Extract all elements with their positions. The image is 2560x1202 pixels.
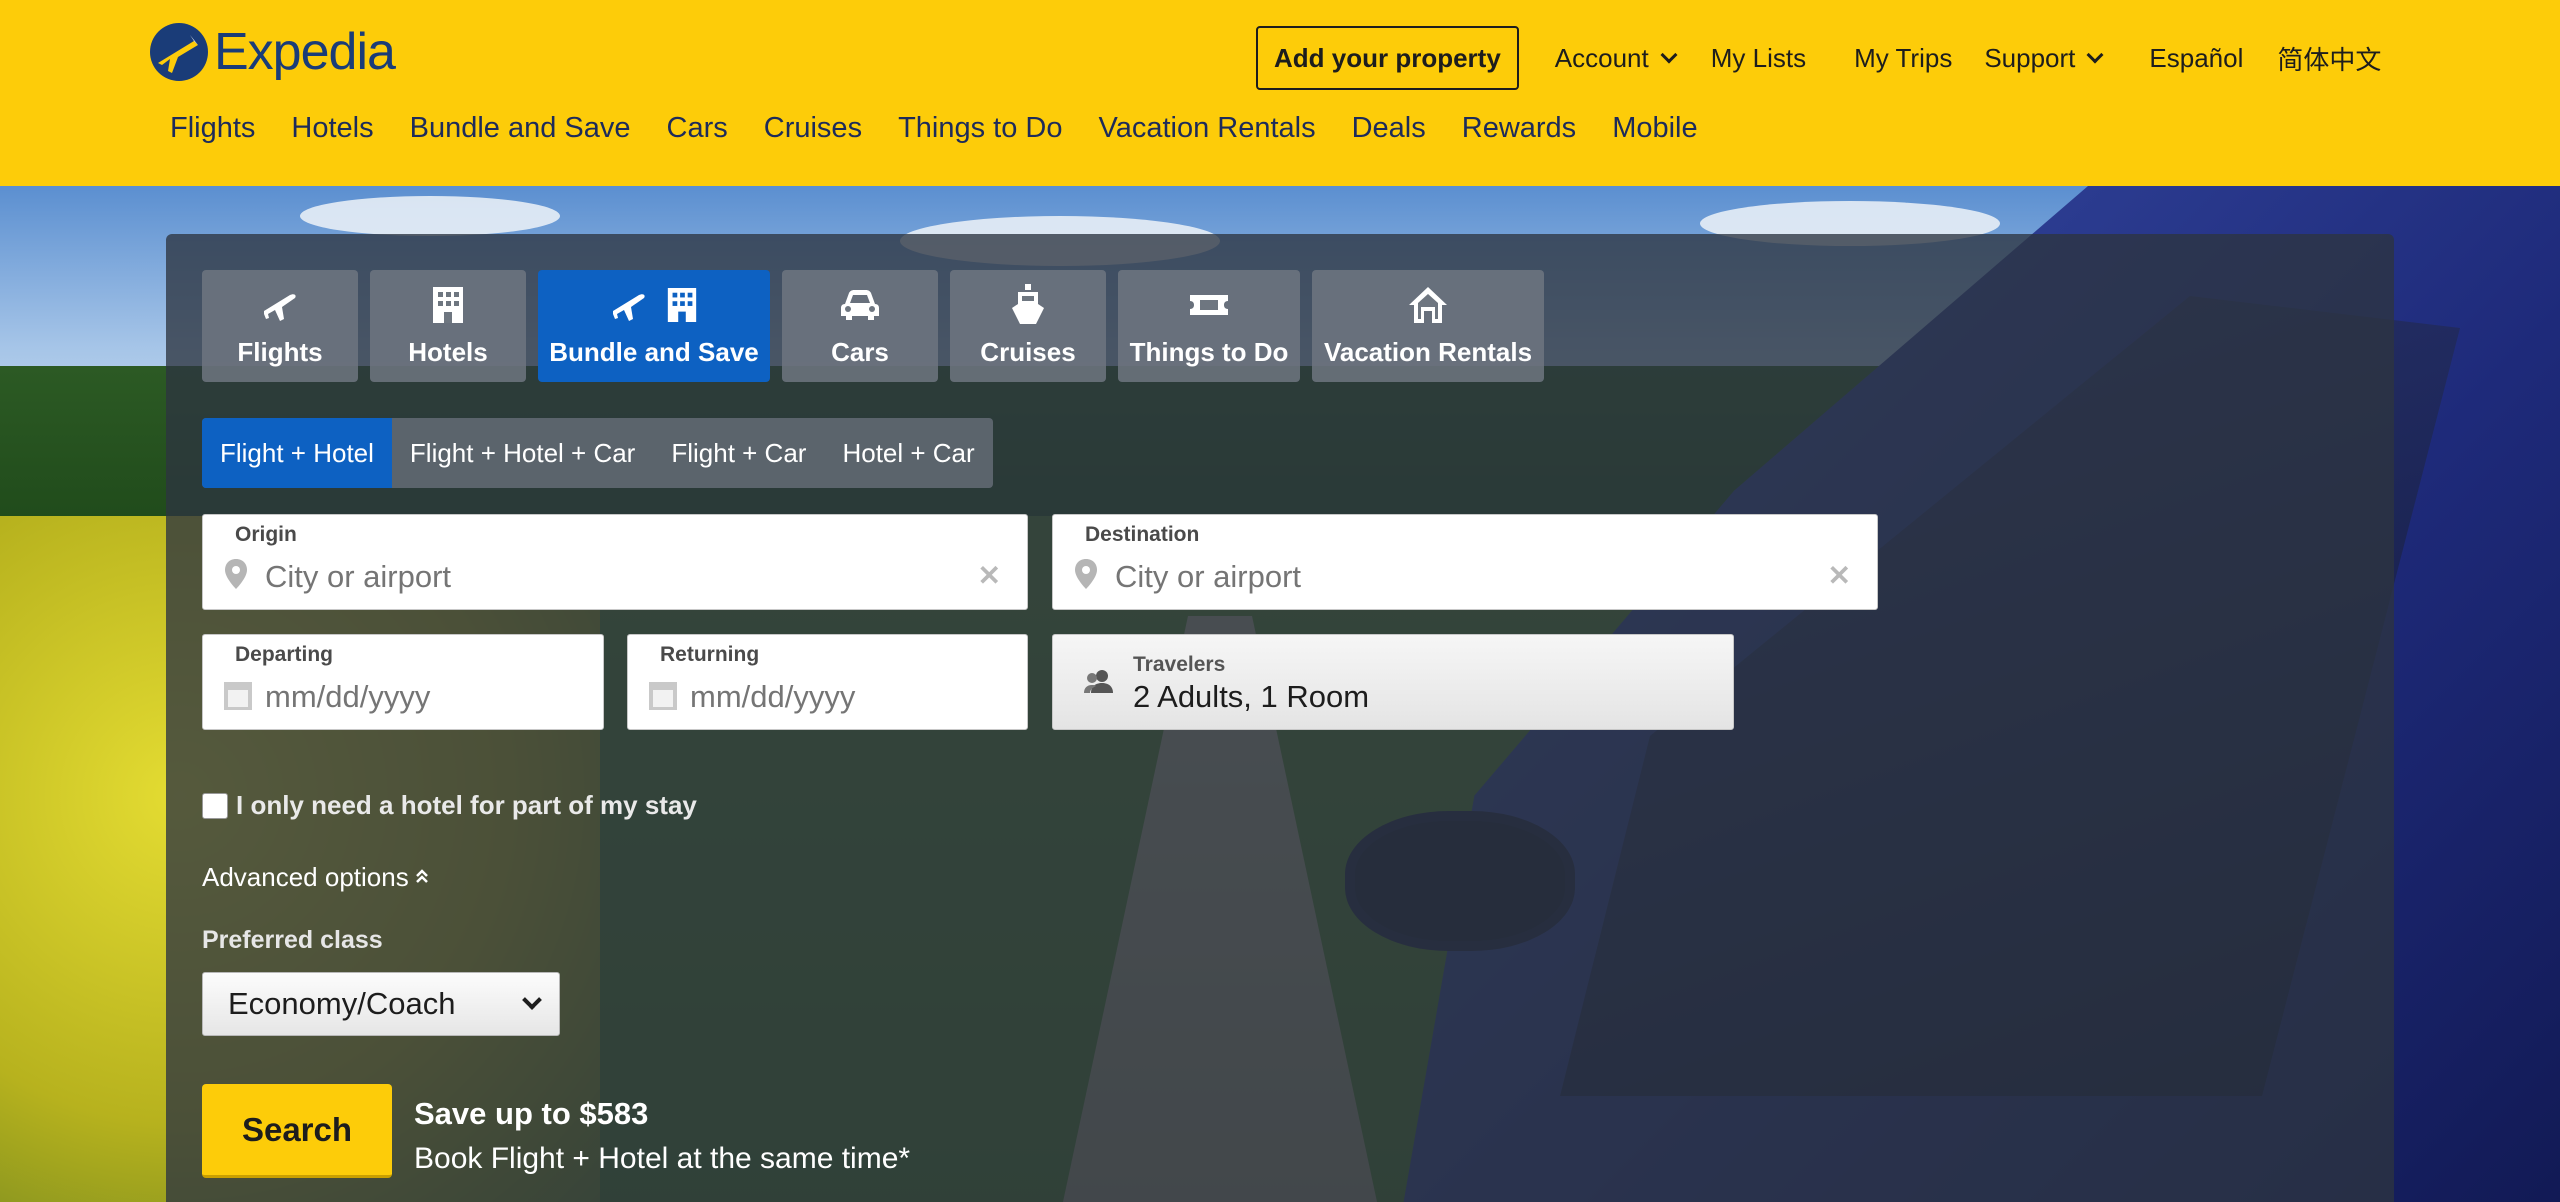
chinese-label: 简体中文 bbox=[2277, 44, 2382, 75]
language-espanol-link[interactable]: Español bbox=[2149, 43, 2243, 74]
tab-cruises-label: Cruises bbox=[980, 337, 1076, 367]
support-label: Support bbox=[1984, 42, 2076, 73]
nav-deals[interactable]: Deals bbox=[1352, 112, 1426, 145]
tab-hotels-label: Hotels bbox=[408, 337, 488, 367]
travelers-label: Travelers bbox=[1133, 653, 1226, 676]
expedia-logo[interactable]: Expedia bbox=[150, 22, 396, 82]
tab-bundle-and-save[interactable]: Bundle and Save bbox=[538, 270, 770, 382]
origin-label: Origin bbox=[235, 523, 297, 546]
departing-field[interactable]: Departing bbox=[202, 634, 604, 730]
chevron-down-icon bbox=[2086, 46, 2104, 64]
tab-flights[interactable]: Flights bbox=[202, 270, 358, 382]
car-icon bbox=[839, 283, 881, 327]
travelers-value: 2 Adults, 1 Room bbox=[1133, 679, 1370, 714]
subtab-flight-hotel-car[interactable]: Flight + Hotel + Car bbox=[392, 418, 653, 488]
subtab-flight-car[interactable]: Flight + Car bbox=[653, 418, 824, 488]
nav-vacation-rentals[interactable]: Vacation Rentals bbox=[1099, 112, 1316, 145]
cloud bbox=[300, 196, 560, 236]
tab-cruises[interactable]: Cruises bbox=[950, 270, 1106, 382]
globe-plane-icon bbox=[150, 23, 208, 81]
plane-hotel-icon bbox=[609, 283, 699, 327]
map-pin-icon bbox=[223, 557, 249, 596]
nav-hotels[interactable]: Hotels bbox=[291, 112, 373, 145]
search-button[interactable]: Search bbox=[202, 1084, 392, 1178]
clear-icon[interactable]: ✕ bbox=[1828, 559, 1851, 592]
partial-stay-checkbox[interactable] bbox=[202, 792, 228, 819]
house-icon bbox=[1407, 283, 1449, 327]
nav-things-to-do[interactable]: Things to Do bbox=[898, 112, 1062, 145]
chevron-double-up-icon bbox=[415, 862, 429, 893]
chevron-down-icon bbox=[1660, 46, 1678, 64]
promo-text: Save up to $583 Book Flight + Hotel at t… bbox=[414, 1096, 910, 1176]
travelers-selector[interactable]: Travelers 2 Adults, 1 Room bbox=[1052, 634, 1734, 730]
origin-field[interactable]: Origin ✕ bbox=[202, 514, 1028, 610]
bundle-subtabs: Flight + Hotel Flight + Hotel + Car Flig… bbox=[202, 418, 993, 488]
my-lists-label: My Lists bbox=[1710, 42, 1807, 73]
partial-stay-label: I only need a hotel for part of my stay bbox=[236, 790, 697, 820]
tab-hotels[interactable]: Hotels bbox=[370, 270, 526, 382]
tab-things-label: Things to Do bbox=[1129, 337, 1289, 367]
partial-stay-option[interactable]: I only need a hotel for part of my stay bbox=[202, 790, 697, 821]
nav-bundle-and-save[interactable]: Bundle and Save bbox=[410, 112, 631, 145]
calendar-icon bbox=[648, 681, 678, 716]
preferred-class-label: Preferred class bbox=[202, 926, 383, 954]
map-pin-icon bbox=[1073, 557, 1099, 596]
tab-flights-label: Flights bbox=[237, 337, 323, 367]
espanol-label: Español bbox=[2149, 42, 2244, 73]
support-menu[interactable]: Support bbox=[1984, 42, 2104, 74]
promo-subtitle: Book Flight + Hotel at the same time* bbox=[414, 1142, 911, 1175]
product-tabs: Flights Hotels Bundle and Save Cars Crui… bbox=[202, 270, 1544, 382]
destination-field[interactable]: Destination ✕ bbox=[1052, 514, 1878, 610]
my-trips-link[interactable]: My Trips bbox=[1854, 43, 1952, 74]
chevron-down-icon bbox=[522, 990, 542, 1010]
nav-cruises[interactable]: Cruises bbox=[764, 112, 862, 145]
my-trips-label: My Trips bbox=[1854, 42, 1953, 73]
ship-icon bbox=[1010, 283, 1046, 327]
account-menu[interactable]: Account bbox=[1554, 42, 1678, 74]
tab-cars-label: Cars bbox=[831, 337, 889, 367]
hotel-icon bbox=[430, 283, 466, 327]
returning-label: Returning bbox=[660, 643, 760, 666]
advanced-options-label: Advanced options bbox=[202, 862, 409, 892]
tab-bundle-label: Bundle and Save bbox=[549, 337, 759, 367]
tab-cars[interactable]: Cars bbox=[782, 270, 938, 382]
brand-name: Expedia bbox=[214, 23, 396, 81]
preferred-class-select[interactable]: Economy/Coach bbox=[202, 972, 560, 1036]
returning-input[interactable] bbox=[690, 679, 970, 715]
advanced-options-toggle[interactable]: Advanced options bbox=[202, 862, 429, 893]
nav-rewards[interactable]: Rewards bbox=[1462, 112, 1576, 145]
ticket-icon bbox=[1188, 283, 1230, 327]
origin-input[interactable] bbox=[265, 559, 842, 595]
preferred-class-value: Economy/Coach bbox=[228, 986, 456, 1021]
destination-label: Destination bbox=[1085, 523, 1200, 546]
departing-label: Departing bbox=[235, 643, 334, 666]
add-property-button[interactable]: Add your property bbox=[1256, 26, 1519, 90]
clear-icon[interactable]: ✕ bbox=[978, 559, 1001, 592]
nav-mobile[interactable]: Mobile bbox=[1612, 112, 1697, 145]
nav-cars[interactable]: Cars bbox=[667, 112, 728, 145]
nav-flights[interactable]: Flights bbox=[170, 112, 255, 145]
utility-nav: Add your property Account My Lists My Tr… bbox=[1256, 26, 2381, 90]
tab-vacation-rentals[interactable]: Vacation Rentals bbox=[1312, 270, 1544, 382]
main-nav: Flights Hotels Bundle and Save Cars Crui… bbox=[170, 112, 1698, 145]
tab-things-to-do[interactable]: Things to Do bbox=[1118, 270, 1300, 382]
subtab-flight-hotel[interactable]: Flight + Hotel bbox=[202, 418, 392, 488]
search-panel: Flights Hotels Bundle and Save Cars Crui… bbox=[166, 234, 2394, 1202]
account-label: Account bbox=[1554, 42, 1649, 73]
plane-icon bbox=[260, 283, 300, 327]
returning-field[interactable]: Returning bbox=[627, 634, 1028, 730]
departing-input[interactable] bbox=[265, 679, 545, 715]
destination-input[interactable] bbox=[1115, 559, 1692, 595]
subtab-hotel-car[interactable]: Hotel + Car bbox=[824, 418, 992, 488]
calendar-icon bbox=[223, 681, 253, 716]
top-header: Expedia Add your property Account My Lis… bbox=[0, 0, 2560, 186]
tab-vacation-label: Vacation Rentals bbox=[1323, 337, 1533, 367]
my-lists-link[interactable]: My Lists bbox=[1711, 43, 1806, 74]
promo-title: Save up to $583 bbox=[414, 1096, 649, 1131]
people-icon bbox=[1083, 669, 1115, 700]
language-chinese-link[interactable]: 简体中文 bbox=[2277, 40, 2381, 77]
